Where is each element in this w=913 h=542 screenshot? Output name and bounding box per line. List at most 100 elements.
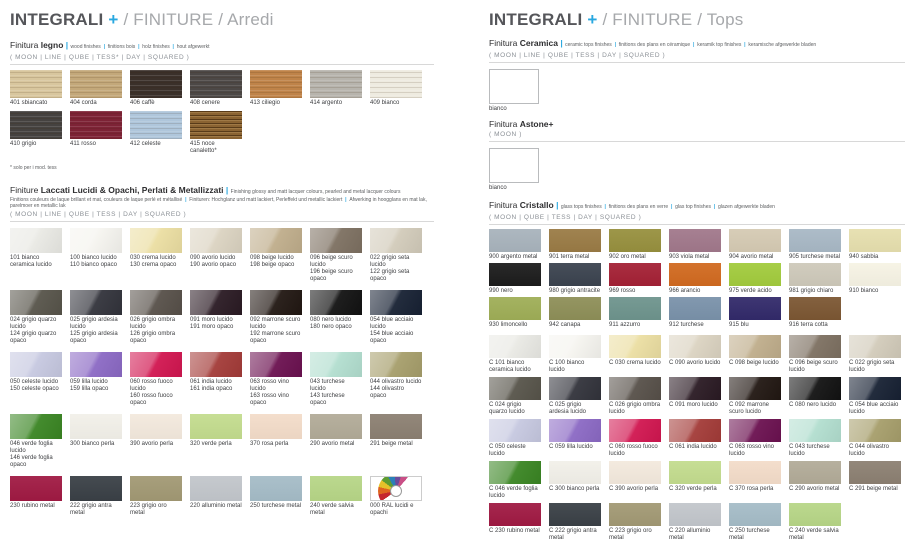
finish-label: 415 noce canaletto* [190, 141, 242, 155]
finish-cell: C 098 beige lucido [729, 335, 781, 374]
finish-swatch [70, 476, 122, 501]
finish-label: 050 celeste lucido 150 celeste opaco [10, 379, 62, 393]
swatch-row: 050 celeste lucido 150 celeste opaco059 … [10, 352, 434, 407]
finish-swatch [370, 70, 422, 98]
finish-label: C 054 blue acciaio lucido [849, 402, 901, 416]
finish-swatch [190, 228, 242, 253]
finish-label: 300 bianco perla [70, 441, 122, 455]
finish-label: 000 RAL lucidi e opachi [370, 503, 422, 517]
finish-swatch [250, 228, 302, 253]
swatch-row: C 050 celeste lucidoC 059 lilla lucidoC … [489, 419, 905, 458]
finish-label: 409 bianco [370, 100, 422, 107]
plus-mark: + [108, 10, 118, 29]
finish-cell: C 026 grigio ombra lucido [609, 377, 661, 416]
section-name: Cristallo [520, 200, 559, 210]
finish-cell: 063 rosso vino lucido 163 rosso vino opa… [250, 352, 302, 407]
finish-cell: 061 india lucido 161 india opaco [190, 352, 242, 393]
models-line: ( MOON | QUBE | TESS | DAY | SQUARED ) [489, 214, 905, 221]
finish-swatch [789, 297, 841, 320]
finish-cell: 043 turchese lucido 143 turchese opaco [310, 352, 362, 407]
swatch-row: 410 grigio 411 rosso 412 celeste 415 noc… [10, 111, 434, 155]
finish-swatch [609, 229, 661, 252]
finish-cell: 300 bianco perla [70, 414, 122, 455]
finish-cell: C 223 grigio oro metal [609, 503, 661, 542]
finish-cell: 412 celeste [130, 111, 182, 148]
section-translations: glass tops finishesfinitions des plans e… [561, 204, 775, 210]
finish-cell: 092 marrone scuro lucido 192 marrone scu… [250, 290, 302, 345]
finish-swatch [669, 419, 721, 442]
page-tops: INTEGRALI + / FINITURE / Tops Finitura C… [489, 0, 905, 493]
finish-cell: 044 olivastro lucido 144 olivastro opaco [370, 352, 422, 400]
translation-segment: glass tops finishes [561, 204, 609, 210]
finish-cell: 404 corda [70, 70, 122, 107]
breadcrumb: / FINITURE / Arredi [123, 10, 273, 29]
finish-cell: bianco [489, 148, 539, 192]
finish-swatch [669, 297, 721, 320]
finish-label: 990 nero [489, 288, 541, 295]
finish-label: bianco [489, 106, 539, 113]
finish-swatch [489, 297, 541, 320]
finish-label: 930 limoncello [489, 322, 541, 329]
finish-swatch [190, 414, 242, 439]
finish-label: C 026 grigio ombra lucido [609, 402, 661, 416]
section-astone: Finitura Astone+ ( MOON ) bianco [489, 119, 905, 192]
finish-label: C 046 verde foglia lucido [489, 486, 541, 500]
finish-label: 063 rosso vino lucido 163 rosso vino opa… [250, 379, 302, 407]
finish-swatch [130, 290, 182, 315]
finish-swatch [549, 377, 601, 400]
finish-swatch [489, 263, 541, 286]
finish-cell: 409 bianco [370, 70, 422, 107]
finish-swatch [489, 461, 541, 484]
finish-cell: 904 avorio metal [729, 229, 781, 261]
finish-swatch [489, 69, 539, 104]
brand-text: INTEGRALI [10, 10, 103, 29]
finish-label: 404 corda [70, 100, 122, 107]
finish-swatch [489, 503, 541, 526]
finish-swatch [70, 290, 122, 315]
finish-swatch [609, 377, 661, 400]
finish-swatch [130, 111, 182, 139]
finish-cell: 024 grigio quarzo lucido 124 grigio quar… [10, 290, 62, 345]
finish-cell: 030 crema lucido 130 crema opaco [130, 228, 182, 269]
finish-label: 975 verde acido [729, 288, 781, 295]
finish-swatch [250, 352, 302, 377]
section-header: Finitura legno wood finishesfinitions bo… [10, 40, 434, 52]
translation-segment: glazen afgewerkte bladen [718, 204, 775, 210]
translation-segment: glas top finishes [675, 204, 718, 210]
brand-text: INTEGRALI [489, 10, 582, 29]
finish-swatch [10, 70, 62, 98]
footnote: * solo per i mod. tess [10, 165, 434, 171]
finish-label: 905 turchese metal [789, 254, 841, 261]
finish-cell: C 390 avorio perla [609, 461, 661, 493]
finish-swatch [250, 70, 302, 98]
finish-cell: C 043 turchese lucido [789, 419, 841, 458]
finish-swatch [849, 461, 901, 484]
finish-label: 912 turchese [669, 322, 721, 329]
finish-cell: C 291 beige metal [849, 461, 901, 493]
finish-label: C 030 crema lucido [609, 360, 661, 374]
finish-cell: 290 avorio metal [310, 414, 362, 455]
finish-cell: 915 blu [729, 297, 781, 329]
finish-label: 410 grigio [10, 141, 62, 148]
finish-label: C 092 marrone scuro lucido [729, 402, 781, 416]
finish-label: 026 grigio ombra lucido 126 grigio ombra… [130, 317, 182, 345]
finish-cell: C 096 beige scuro lucido [789, 335, 841, 374]
finish-label: 025 grigio ardesia lucido 125 grigio ard… [70, 317, 122, 345]
finish-cell: 000 RAL lucidi e opachi [370, 476, 422, 517]
swatch-row: bianco [489, 69, 905, 113]
finish-cell: 903 viola metal [669, 229, 721, 261]
finish-swatch [489, 419, 541, 442]
finish-label: C 370 rosa perla [729, 486, 781, 493]
finish-swatch [370, 476, 422, 501]
swatch-row: C 024 grigio quarzo lucidoC 025 grigio a… [489, 377, 905, 416]
finish-swatch [70, 70, 122, 98]
finish-label: 250 turchese metal [250, 503, 302, 510]
finish-label: 901 terra metal [549, 254, 601, 261]
finish-swatch [10, 111, 62, 139]
finish-cell: C 320 verde perla [669, 461, 721, 493]
finish-label: 411 rosso [70, 141, 122, 148]
finish-cell: 091 moro lucido 191 moro opaco [190, 290, 242, 331]
divider [489, 224, 905, 225]
finish-swatch [310, 352, 362, 377]
page-title: INTEGRALI + / FINITURE / Tops [489, 10, 905, 30]
